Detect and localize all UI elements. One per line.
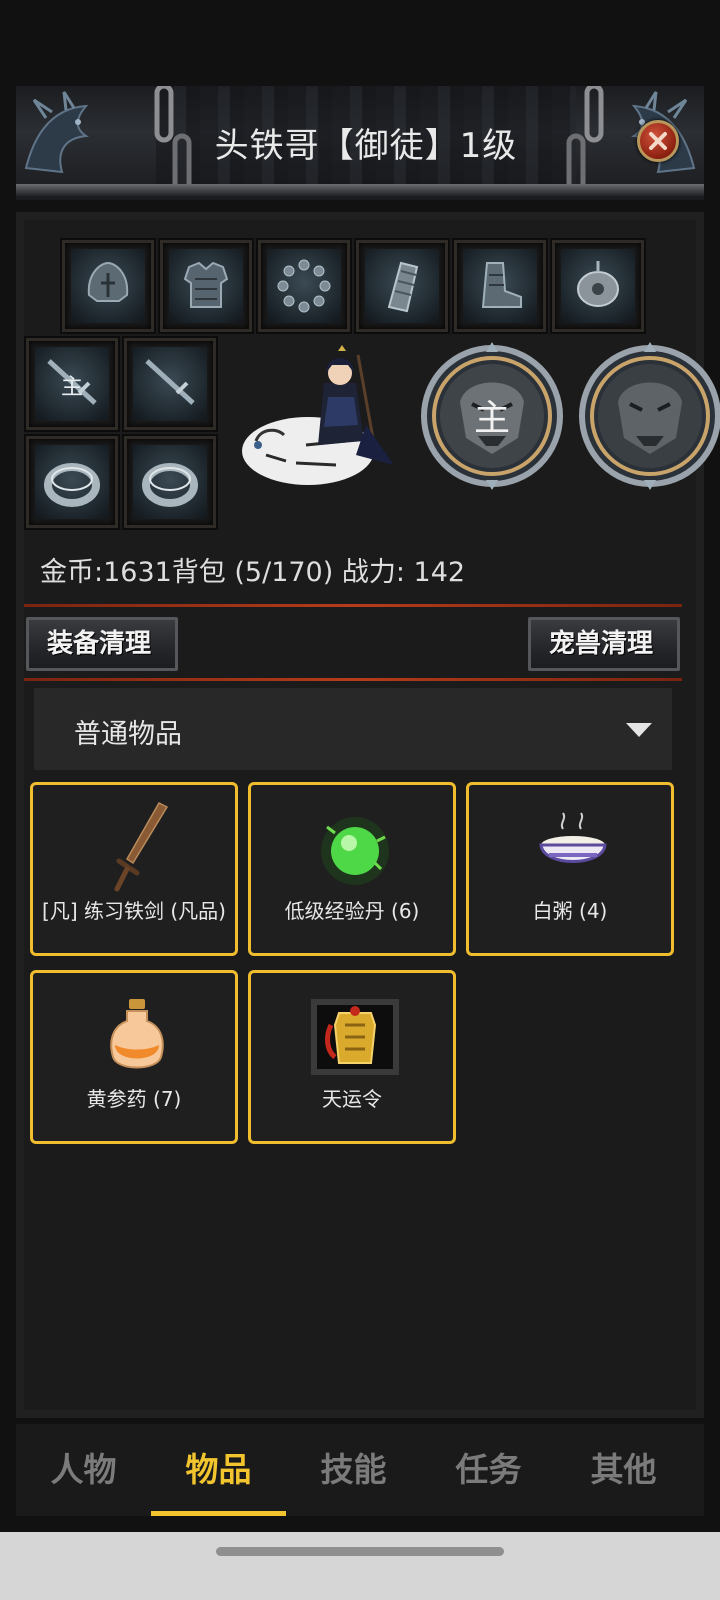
character-avatar	[242, 345, 394, 485]
close-icon	[649, 132, 667, 150]
equip-slot-helmet[interactable]	[60, 238, 156, 334]
bracer-icon	[387, 261, 419, 313]
ring-icon	[44, 463, 100, 507]
home-indicator[interactable]	[216, 1547, 504, 1556]
armor-icon	[183, 261, 229, 308]
tab-quests[interactable]: 任务	[421, 1424, 556, 1516]
item-card-exp-pill[interactable]: 低级经验丹 (6)	[248, 782, 456, 956]
equip-slot-main-weapon[interactable]: 主	[24, 336, 120, 432]
ring-icon	[142, 463, 198, 507]
porridge-bowl-icon	[539, 812, 607, 863]
pet-medal-secondary[interactable]	[576, 342, 720, 490]
helmet-icon	[87, 261, 129, 302]
item-card-fortune-token[interactable]: 天运令	[248, 970, 456, 1144]
weapon-slot-icon	[145, 359, 195, 405]
item-card-ginseng-potion[interactable]: 黄参药 (7)	[30, 970, 238, 1144]
tab-character[interactable]: 人物	[16, 1424, 151, 1516]
system-navigation-bar	[0, 1532, 720, 1600]
sword-icon	[114, 802, 169, 892]
equip-slot-ring-right[interactable]	[122, 434, 218, 530]
header-rail	[16, 184, 704, 196]
item-category-select[interactable]: 普通物品	[34, 688, 672, 770]
tab-label: 物品	[185, 1450, 252, 1489]
item-name: [凡] 练习铁剑 (凡品)	[42, 899, 226, 923]
stats-line: 金币:1631背包 (5/170) 战力: 142	[40, 557, 466, 588]
clean-pet-button[interactable]: 宠兽清理	[528, 617, 680, 671]
tab-other[interactable]: 其他	[556, 1424, 691, 1516]
boots-icon	[481, 262, 522, 308]
item-name: 黄参药 (7)	[86, 1087, 182, 1111]
equip-slot-armor[interactable]	[158, 238, 254, 334]
tab-skills[interactable]: 技能	[286, 1424, 421, 1516]
character-header: 头铁哥【御徒】1级	[16, 86, 704, 200]
jade-pendant-icon	[577, 261, 619, 307]
divider	[24, 678, 682, 681]
equip-slot-necklace[interactable]	[256, 238, 352, 334]
equip-slot-bracer[interactable]	[354, 238, 450, 334]
equip-slot-boots[interactable]	[452, 238, 548, 334]
potion-bottle-icon	[110, 999, 164, 1069]
item-category-value: 普通物品	[74, 719, 182, 750]
svg-text:主: 主	[61, 375, 83, 400]
pet-medal-label: 主	[474, 398, 510, 439]
item-card-practice-sword[interactable]: [凡] 练习铁剑 (凡品)	[30, 782, 238, 956]
golden-token-icon	[311, 999, 399, 1075]
divider	[24, 604, 682, 607]
equip-slot-off-weapon[interactable]	[122, 336, 218, 432]
item-name: 低级经验丹 (6)	[284, 899, 420, 923]
chevron-down-icon	[626, 723, 652, 737]
clean-equipment-button[interactable]: 装备清理	[26, 617, 178, 671]
bottom-tab-bar: 人物 物品 技能 任务 其他	[16, 1424, 704, 1516]
equip-slot-pendant[interactable]	[550, 238, 646, 334]
tab-items[interactable]: 物品	[151, 1424, 286, 1516]
dragon-ornament-left-icon	[24, 91, 89, 174]
item-name: 天运令	[322, 1087, 382, 1111]
green-pill-icon	[321, 817, 389, 885]
pet-medal-main[interactable]: 主	[418, 342, 566, 490]
equip-slot-ring-left[interactable]	[24, 434, 120, 530]
character-title: 头铁哥【御徒】1级	[214, 126, 518, 166]
active-tab-indicator	[151, 1511, 286, 1516]
close-button[interactable]	[637, 120, 679, 162]
item-name: 白粥 (4)	[532, 899, 608, 923]
bead-necklace-icon	[277, 259, 331, 313]
item-card-porridge[interactable]: 白粥 (4)	[466, 782, 674, 956]
weapon-slot-icon: 主	[47, 359, 97, 405]
